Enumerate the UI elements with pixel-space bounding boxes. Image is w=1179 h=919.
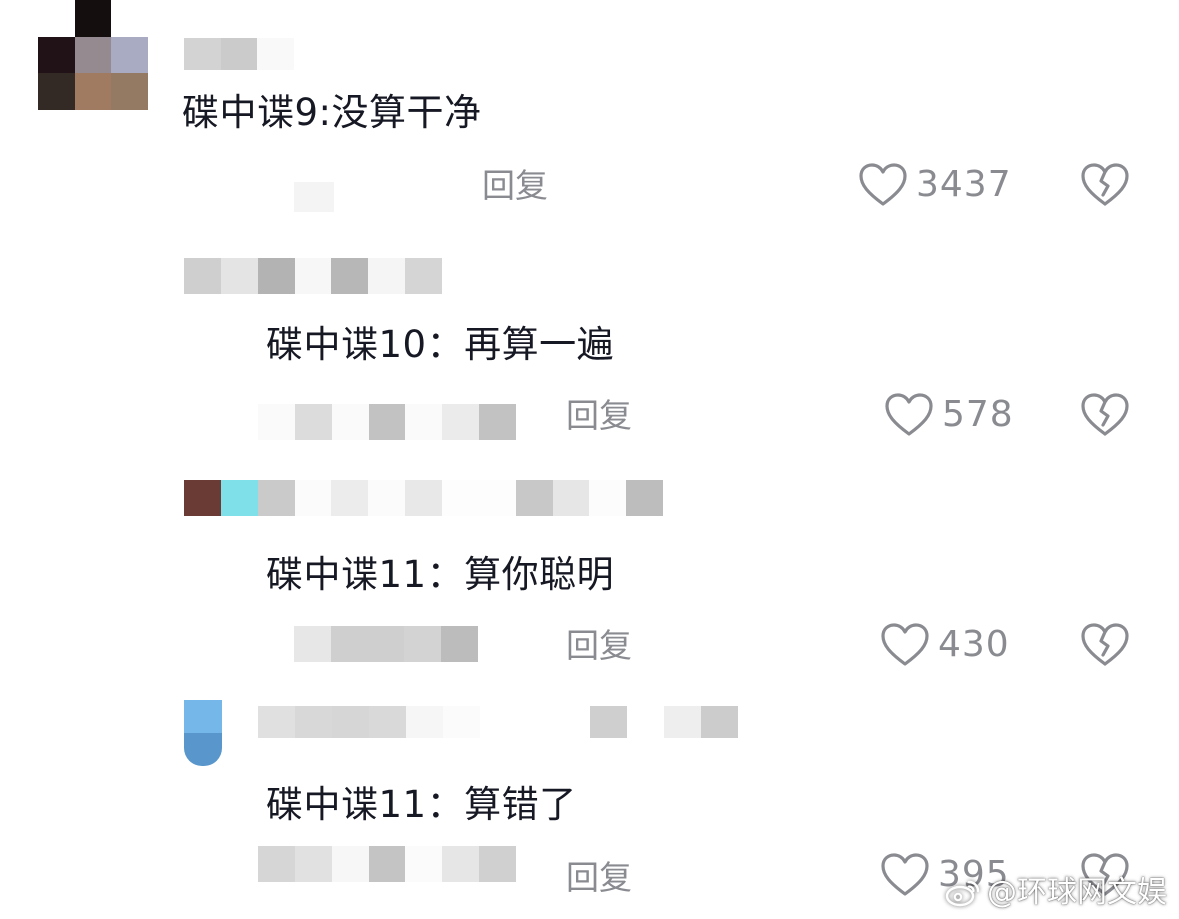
avatar[interactable] <box>184 700 222 766</box>
heart-outline-icon <box>880 852 930 898</box>
comment-meta <box>258 846 516 882</box>
watermark-text: @环球网文娱 <box>987 875 1167 910</box>
comment-text: 碟中谍11：算错了 <box>266 783 577 826</box>
username[interactable] <box>258 706 738 738</box>
comment-list-screen: 碟中谍9:没算干净 回复 3437 碟中谍10：再算一遍 回复 578 碟中谍1… <box>0 0 1179 919</box>
reply-button[interactable]: 回复 <box>566 858 632 898</box>
weibo-logo-icon <box>945 878 981 908</box>
watermark: @环球网文娱 <box>945 875 1167 911</box>
comment-item: 碟中谍11：算错了 回复 395 <box>0 0 1179 919</box>
